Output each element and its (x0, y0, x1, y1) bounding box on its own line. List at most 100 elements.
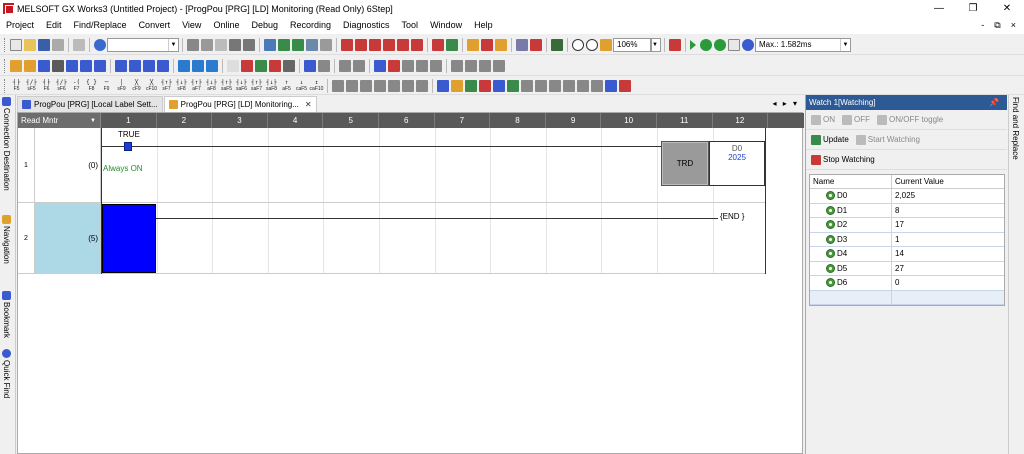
ladder-key-8[interactable]: ╳ cF9 (130, 79, 143, 92)
dock-tab-find-replace[interactable]: Find and Replace (1011, 97, 1020, 160)
menu-project[interactable]: Project (0, 17, 40, 34)
ladder-tool-9-icon[interactable] (451, 79, 463, 92)
cursor-selection[interactable] (102, 204, 156, 273)
watch-row[interactable]: D4 14 (810, 247, 1004, 262)
label-editor-icon[interactable] (66, 59, 78, 72)
fbd-editor-icon[interactable] (52, 59, 64, 72)
dock-tab-navigation[interactable]: Navigation (2, 215, 11, 264)
ladder-tool-2-icon[interactable] (346, 79, 358, 92)
rung-1[interactable]: 1 (0) TRUE Always ON TRD D0 2025 (18, 128, 766, 203)
watch-row[interactable]: D2 17 (810, 218, 1004, 233)
tab-nav-controls[interactable]: ◂ ▸ ▾ (773, 96, 804, 112)
ladder-tool-16-icon[interactable] (549, 79, 561, 92)
device-memory-icon[interactable] (94, 59, 106, 72)
jump-icon[interactable] (283, 59, 295, 72)
ladder-tool-6-icon[interactable] (402, 79, 414, 92)
ladder-tool-20-icon[interactable] (605, 79, 617, 92)
rung-2[interactable]: 2 (5) {END } (18, 203, 766, 274)
mdi-minimize-button[interactable]: - (981, 20, 984, 31)
monitor-mode-icon[interactable] (432, 38, 444, 51)
undo-icon[interactable] (229, 38, 241, 51)
memory-icon[interactable] (551, 38, 563, 51)
ladder-key-2[interactable]: ┤├ F6 (40, 79, 53, 92)
dock-tab-quick-find[interactable]: Quick Find (2, 349, 11, 398)
monitor-pause-icon[interactable] (416, 59, 428, 72)
tab-local-label[interactable]: ProgPou [PRG] [Local Label Sett... (17, 96, 163, 112)
redo-icon[interactable] (243, 38, 255, 51)
mdi-close-button[interactable]: × (1011, 20, 1016, 31)
ladder-key-10[interactable]: ┤↑├ sF7 (160, 79, 173, 92)
minimize-button[interactable]: — (922, 0, 956, 17)
ladder-tool-21-icon[interactable] (619, 79, 631, 92)
menu-edit[interactable]: Edit (40, 17, 68, 34)
dock-tab-bookmark[interactable]: Bookmark (2, 291, 11, 338)
ladder-key-14[interactable]: ┤↑├ saF5 (220, 79, 233, 92)
ladder-tool-19-icon[interactable] (591, 79, 603, 92)
trd-instruction-box[interactable]: TRD (661, 141, 709, 186)
dock-tab-connection[interactable]: Connection Destination (2, 97, 11, 191)
stop-watching-button[interactable]: Stop Watching (809, 154, 877, 165)
batch-replace-icon[interactable] (269, 59, 281, 72)
cross-ref-icon[interactable] (178, 59, 190, 72)
statement-icon[interactable] (241, 59, 253, 72)
ladder-tool-13-icon[interactable] (507, 79, 519, 92)
zoom-combo[interactable]: 106% (613, 37, 651, 52)
watch-icon[interactable] (495, 38, 507, 51)
copy-icon[interactable] (201, 38, 213, 51)
menu-tool[interactable]: Tool (396, 17, 425, 34)
device-search-icon[interactable] (304, 59, 316, 72)
menu-diagnostics[interactable]: Diagnostics (337, 17, 396, 34)
convert-icon[interactable] (278, 38, 290, 51)
ladder-key-18[interactable]: ↑ aF5 (280, 79, 293, 92)
off-button[interactable]: OFF (840, 114, 872, 125)
open-folder-icon[interactable] (24, 38, 36, 51)
dev-statement-icon[interactable] (143, 59, 155, 72)
stop-icon[interactable] (669, 38, 681, 51)
menu-window[interactable]: Window (424, 17, 468, 34)
ladder-tool-14-icon[interactable] (521, 79, 533, 92)
ladder-key-13[interactable]: ┤↓├ aF8 (205, 79, 218, 92)
ladder-key-7[interactable]: │ sF9 (115, 79, 128, 92)
on-button[interactable]: ON (809, 114, 837, 125)
name-column-header[interactable]: Name (810, 175, 892, 188)
device-batch-icon[interactable] (467, 38, 479, 51)
tab-close-icon[interactable]: ✕ (305, 100, 312, 109)
ladder-key-20[interactable]: ↕ caF10 (310, 79, 324, 92)
help-search-combo[interactable]: ▼ (107, 37, 179, 52)
st-editor-icon[interactable] (38, 59, 50, 72)
save-icon[interactable] (38, 38, 50, 51)
find-icon[interactable] (264, 38, 276, 51)
write-plc-icon[interactable] (355, 38, 367, 51)
io-icon[interactable] (339, 59, 351, 72)
ladder-tool-15-icon[interactable] (535, 79, 547, 92)
ladder-editor-icon[interactable] (10, 59, 22, 72)
device-use-icon[interactable] (192, 59, 204, 72)
module-diagnostics-icon[interactable] (411, 38, 423, 51)
comment-icon[interactable] (227, 59, 239, 72)
dropdown-icon[interactable] (318, 59, 330, 72)
ladder-tool-7-icon[interactable] (416, 79, 428, 92)
ladder-editor[interactable]: Read Mntr ▼ 1 2 3 4 5 6 7 8 9 10 11 12 1 (0) TRUE Al… (17, 112, 804, 454)
dev-label-icon[interactable] (115, 59, 127, 72)
properties-icon[interactable] (73, 38, 85, 51)
note-icon[interactable] (255, 59, 267, 72)
read-monitor-mode[interactable]: Read Mntr ▼ (18, 113, 101, 128)
ladder-key-1[interactable]: ┤/├ sF5 (25, 79, 38, 92)
ladder-tool-17-icon[interactable] (563, 79, 575, 92)
watch-row[interactable]: D5 27 (810, 261, 1004, 276)
dev-comment-icon[interactable] (129, 59, 141, 72)
layout-c-icon[interactable] (479, 59, 491, 72)
ladder-key-3[interactable]: ┤/├ sF6 (55, 79, 68, 92)
ladder-key-4[interactable]: -( )F7 (70, 79, 83, 92)
value-column-header[interactable]: Current Value (892, 175, 1004, 188)
ladder-key-5[interactable]: { } F8 (85, 79, 98, 92)
watch-row[interactable]: D1 8 (810, 203, 1004, 218)
verify-plc-icon[interactable] (369, 38, 381, 51)
ladder-tool-4-icon[interactable] (374, 79, 386, 92)
menu-convert[interactable]: Convert (133, 17, 177, 34)
watch-row[interactable]: D6 0 (810, 276, 1004, 291)
watch-row[interactable]: D3 1 (810, 232, 1004, 247)
status-run-icon[interactable] (714, 38, 726, 51)
paste-icon[interactable] (215, 38, 227, 51)
layout-d-icon[interactable] (493, 59, 505, 72)
